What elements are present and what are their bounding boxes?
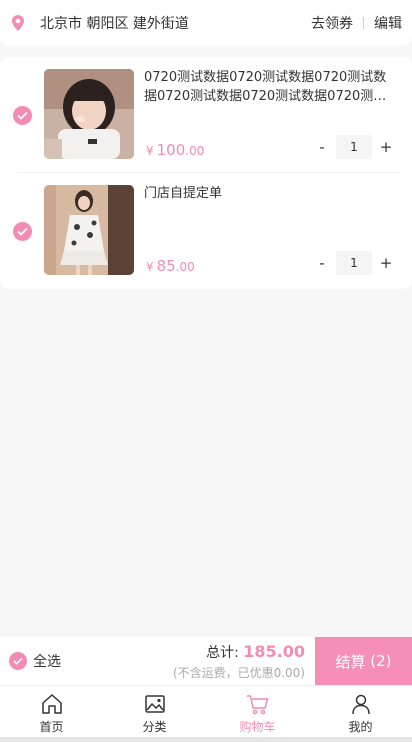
- tab-mine[interactable]: 我的: [309, 686, 412, 742]
- increase-button[interactable]: +: [374, 254, 398, 272]
- select-all-label: 全选: [33, 654, 61, 670]
- bottom-edge: [0, 737, 412, 742]
- product-price: ¥100.00: [146, 141, 204, 159]
- bottom-tab-bar: 首页 分类 购物车 我的: [0, 685, 412, 742]
- currency-symbol: ¥: [146, 144, 154, 158]
- image-icon: [143, 692, 167, 716]
- quantity-stepper: - 1 +: [310, 135, 398, 159]
- cart-list: 0720测试数据0720测试数据0720测试数据0720测试数据0720测试数据…: [0, 57, 412, 289]
- get-coupon-link[interactable]: 去领券: [311, 13, 353, 33]
- increase-button[interactable]: +: [374, 138, 398, 156]
- totals: 总计: 185.00 (不含运费，已优惠0.00): [173, 642, 315, 681]
- address-header: 北京市 朝阳区 建外街道 去领券 编辑: [0, 0, 412, 46]
- product-thumbnail[interactable]: [44, 185, 134, 275]
- item-checkbox[interactable]: [13, 222, 32, 241]
- price-integer: 85: [156, 257, 176, 275]
- cart-icon: [246, 692, 270, 716]
- tab-label: 首页: [39, 720, 64, 734]
- tab-label: 我的: [348, 720, 373, 734]
- price-decimal: .00: [175, 260, 195, 274]
- tab-home[interactable]: 首页: [0, 686, 103, 742]
- total-label: 总计:: [206, 644, 239, 661]
- total-note: (不含运费，已优惠0.00): [172, 665, 305, 680]
- select-all-checkbox[interactable]: [9, 652, 27, 670]
- total-amount: 185.00: [243, 641, 305, 661]
- checkmark-icon: [17, 227, 28, 236]
- decrease-button[interactable]: -: [310, 138, 334, 156]
- total-line: 总计: 185.00: [173, 642, 305, 662]
- checkout-button[interactable]: 结算 (2): [315, 637, 412, 685]
- product-thumbnail[interactable]: [44, 69, 134, 159]
- tab-label: 购物车: [239, 720, 276, 734]
- tab-category[interactable]: 分类: [103, 686, 206, 742]
- product-title[interactable]: 0720测试数据0720测试数据0720测试数据0720测试数据0720测试数据…: [144, 68, 394, 106]
- checkout-bar: 全选 总计: 185.00 (不含运费，已优惠0.00) 结算 (2): [0, 637, 412, 685]
- product-price: ¥85.00: [146, 257, 195, 275]
- user-icon: [349, 692, 373, 716]
- cart-item: 门店自提定单 ¥85.00 - 1 +: [0, 173, 412, 289]
- currency-symbol: ¥: [146, 260, 154, 274]
- quantity-value[interactable]: 1: [336, 135, 372, 159]
- decrease-button[interactable]: -: [310, 254, 334, 272]
- checkout-count: (2): [370, 652, 392, 670]
- location-pin-icon: [10, 12, 26, 34]
- item-checkbox[interactable]: [13, 106, 32, 125]
- delivery-address[interactable]: 北京市 朝阳区 建外街道: [40, 13, 311, 33]
- checkout-label: 结算: [335, 652, 366, 671]
- quantity-value[interactable]: 1: [336, 251, 372, 275]
- checkmark-icon: [13, 657, 23, 665]
- tab-label: 分类: [142, 720, 167, 734]
- edit-link[interactable]: 编辑: [374, 13, 402, 33]
- select-all[interactable]: 全选: [0, 651, 173, 671]
- tab-cart[interactable]: 购物车: [206, 686, 309, 742]
- home-icon: [40, 692, 64, 716]
- cart-item: 0720测试数据0720测试数据0720测试数据0720测试数据0720测试数据…: [0, 57, 412, 173]
- header-divider: [363, 17, 364, 29]
- product-title[interactable]: 门店自提定单: [144, 184, 394, 203]
- checkmark-icon: [17, 111, 28, 120]
- quantity-stepper: - 1 +: [310, 251, 398, 275]
- price-integer: 100: [156, 141, 186, 159]
- price-decimal: .00: [185, 144, 205, 158]
